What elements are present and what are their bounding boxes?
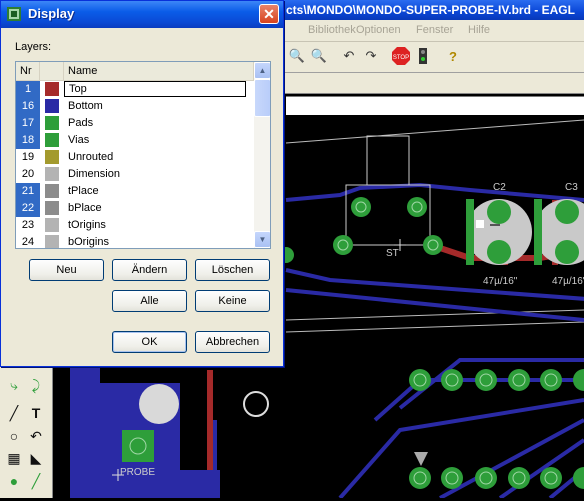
scroll-up-icon[interactable]: ▲ <box>254 62 270 79</box>
layer-number: 24 <box>21 236 35 248</box>
delete-button[interactable]: Löschen <box>195 259 270 281</box>
layer-name: Top <box>64 81 246 97</box>
layer-color-swatch <box>45 82 59 96</box>
signal-icon[interactable]: ╱ <box>26 471 46 491</box>
layer-name: Dimension <box>68 168 120 180</box>
layer-color-swatch <box>45 235 59 248</box>
layer-name: Bottom <box>68 100 103 112</box>
all-button[interactable]: Alle <box>112 290 187 312</box>
menu-fenster[interactable]: Fenster <box>416 24 453 36</box>
layer-name: Vias <box>68 134 90 146</box>
layer-number: 16 <box>16 98 40 115</box>
layer-color-swatch <box>45 167 59 181</box>
label-c2-value: 47µ/16" <box>483 276 518 287</box>
mounting-hole-outline <box>243 391 269 417</box>
menu-bibliothek[interactable]: Bibliothek <box>308 24 356 36</box>
go-icon[interactable] <box>414 47 432 65</box>
wire-icon[interactable]: ╱ <box>4 403 24 423</box>
layer-color-swatch <box>45 184 59 198</box>
column-header-nr[interactable]: Nr <box>16 62 40 80</box>
scroll-down-icon[interactable]: ▼ <box>254 231 270 248</box>
layer-row[interactable]: 17 Pads <box>16 115 254 132</box>
layer-color-swatch <box>45 201 59 215</box>
zoom-redraw-icon[interactable]: 🔍 <box>310 47 328 65</box>
layer-number: 20 <box>21 168 35 180</box>
ok-button[interactable]: OK <box>112 331 187 353</box>
label-c3-value: 47µ/16" <box>552 276 584 287</box>
layer-number: 22 <box>16 200 40 217</box>
column-header-name[interactable]: Name <box>64 62 254 80</box>
st-body <box>366 135 410 186</box>
layer-row[interactable]: 18 Vias <box>16 132 254 149</box>
mounting-hole <box>139 384 179 424</box>
layer-number: 19 <box>21 151 35 163</box>
layer-name: Unrouted <box>68 151 114 163</box>
label-probe: PROBE <box>120 467 156 478</box>
layers-label: Layers: <box>15 41 52 53</box>
layer-name: bOrigins <box>68 236 109 248</box>
layer-color-swatch <box>45 133 59 147</box>
layer-row[interactable]: 20 Dimension <box>16 166 254 183</box>
stop-icon[interactable]: STOP <box>392 47 410 65</box>
eagle-app-icon <box>7 7 21 21</box>
help-icon[interactable]: ? <box>444 47 462 65</box>
tool-palette: ⤷ ⤸ ╱ T ○ ↶ ▦ ◣ ● ╱ <box>0 363 53 498</box>
layer-row[interactable]: 16 Bottom <box>16 98 254 115</box>
display-dialog: Display ✕ Layers: Nr Name 1 Top 16 Bottom 17… <box>0 0 284 367</box>
dialog-titlebar[interactable]: Display ✕ <box>1 1 283 28</box>
layer-name: Pads <box>68 117 94 129</box>
layer-name: tPlace <box>68 185 99 197</box>
label-c3: C3 <box>565 182 578 193</box>
menu-optionen[interactable]: Optionen <box>356 24 401 36</box>
dialog-title: Display <box>28 6 75 21</box>
layer-number: 1 <box>16 81 40 98</box>
layer-row[interactable]: 1 Top <box>16 81 254 98</box>
list-header: Nr Name <box>16 62 254 81</box>
layer-list[interactable]: Nr Name 1 Top 16 Bottom 17 Pads 18 Vias 19 Unrout… <box>15 61 271 249</box>
circle-icon[interactable]: ○ <box>4 426 24 446</box>
scroll-thumb[interactable] <box>254 79 270 117</box>
cancel-button[interactable]: Abbrechen <box>195 331 270 353</box>
text-icon[interactable]: T <box>26 403 46 423</box>
ripup-icon[interactable]: ⤸ <box>26 375 46 395</box>
change-button[interactable]: Ändern <box>112 259 187 281</box>
pin1-marker <box>414 452 428 466</box>
layer-row[interactable]: 21 tPlace <box>16 183 254 200</box>
redo-icon[interactable]: ↷ <box>362 47 380 65</box>
board-outline-line <box>285 321 584 333</box>
main-window-title: cts\MONDO\MONDO-SUPER-PROBE-IV.brd - EAG… <box>286 3 575 17</box>
layer-number: 23 <box>21 219 35 231</box>
layer-color-swatch <box>45 150 59 164</box>
close-button[interactable]: ✕ <box>259 4 279 24</box>
menu-hilfe[interactable]: Hilfe <box>468 24 490 36</box>
layer-number: 18 <box>16 132 40 149</box>
layer-color-swatch <box>45 116 59 130</box>
route-icon[interactable]: ⤷ <box>4 375 24 395</box>
column-header-color[interactable] <box>40 62 64 80</box>
layer-number: 17 <box>16 115 40 132</box>
arc-icon[interactable]: ↶ <box>26 426 46 446</box>
rect-icon[interactable]: ▦ <box>4 448 24 468</box>
layer-row[interactable]: 22 bPlace <box>16 200 254 217</box>
label-st: ST <box>386 248 399 259</box>
zoom-select-icon[interactable]: 🔍 <box>288 47 306 65</box>
polygon-icon[interactable]: ◣ <box>26 448 46 468</box>
command-line-input[interactable] <box>286 96 584 115</box>
layer-name: tOrigins <box>68 219 106 231</box>
layer-color-swatch <box>45 218 59 232</box>
label-c2: C2 <box>493 182 506 193</box>
via-icon[interactable]: ● <box>4 471 24 491</box>
layer-row[interactable]: 23 tOrigins <box>16 217 254 234</box>
layer-row[interactable]: 24 bOrigins <box>16 234 254 248</box>
layer-name: bPlace <box>68 202 102 214</box>
undo-icon[interactable]: ↶ <box>340 47 358 65</box>
new-button[interactable]: Neu <box>29 259 104 281</box>
svg-text:STOP: STOP <box>393 55 409 61</box>
layer-number: 21 <box>16 183 40 200</box>
vertical-scrollbar[interactable]: ▲ ▼ <box>254 62 270 248</box>
layer-row[interactable]: 19 Unrouted <box>16 149 254 166</box>
layer-color-swatch <box>45 99 59 113</box>
board-outline-line <box>285 119 584 144</box>
none-button[interactable]: Keine <box>195 290 270 312</box>
